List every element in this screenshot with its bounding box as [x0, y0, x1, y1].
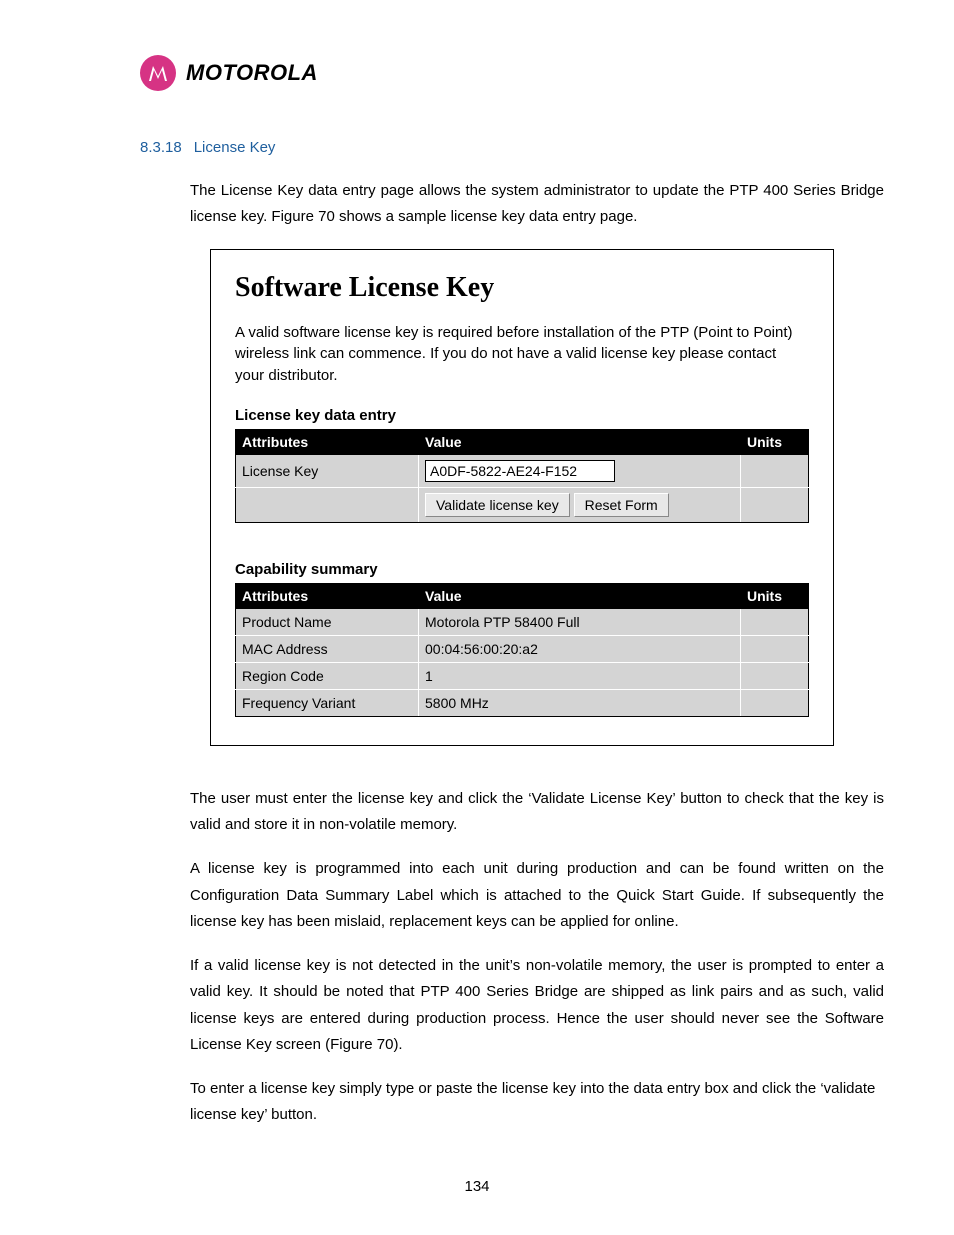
button-row: Validate license key Reset Form: [236, 487, 809, 522]
table2-label: Capability summary: [235, 561, 809, 578]
table-row: License Key: [236, 454, 809, 487]
figure-title: Software License Key: [235, 272, 809, 304]
cap-units: [741, 662, 809, 689]
cap-attr: MAC Address: [236, 635, 419, 662]
cap-units: [741, 689, 809, 716]
cap-units: [741, 608, 809, 635]
col-attributes: Attributes: [236, 429, 419, 454]
table-row: MAC Address 00:04:56:00:20:a2: [236, 635, 809, 662]
intro-paragraph: The License Key data entry page allows t…: [190, 178, 884, 231]
col-units: Units: [741, 583, 809, 608]
value-cell: [419, 454, 741, 487]
figure-box: Software License Key A valid software li…: [210, 249, 834, 746]
validate-license-key-button[interactable]: Validate license key: [425, 493, 570, 517]
table-row: Product Name Motorola PTP 58400 Full: [236, 608, 809, 635]
cap-value: 5800 MHz: [419, 689, 741, 716]
brand-name: MOTOROLA: [186, 60, 318, 86]
col-attributes: Attributes: [236, 583, 419, 608]
license-key-input[interactable]: [425, 460, 615, 482]
paragraph-5: To enter a license key simply type or pa…: [190, 1076, 884, 1129]
section-heading: 8.3.18 License Key: [140, 139, 894, 156]
col-value: Value: [419, 429, 741, 454]
cap-attr: Product Name: [236, 608, 419, 635]
paragraph-2: The user must enter the license key and …: [190, 786, 884, 839]
paragraph-3: A license key is programmed into each un…: [190, 856, 884, 935]
motorola-logo-icon: [140, 55, 176, 91]
cap-value: 1: [419, 662, 741, 689]
cap-attr: Region Code: [236, 662, 419, 689]
col-units: Units: [741, 429, 809, 454]
table-row: Frequency Variant 5800 MHz: [236, 689, 809, 716]
cap-value: Motorola PTP 58400 Full: [419, 608, 741, 635]
table1-label: License key data entry: [235, 407, 809, 424]
reset-form-button[interactable]: Reset Form: [574, 493, 669, 517]
license-key-table: Attributes Value Units License Key Valid: [235, 429, 809, 523]
paragraph-4: If a valid license key is not detected i…: [190, 953, 884, 1058]
page-number: 134: [0, 1178, 954, 1195]
cap-attr: Frequency Variant: [236, 689, 419, 716]
cap-value: 00:04:56:00:20:a2: [419, 635, 741, 662]
page-header: MOTOROLA: [140, 55, 894, 91]
units-cell: [741, 454, 809, 487]
table-row: Region Code 1: [236, 662, 809, 689]
section-number: 8.3.18: [140, 139, 182, 156]
section-title: License Key: [194, 139, 276, 156]
figure-description: A valid software license key is required…: [235, 322, 809, 387]
cap-units: [741, 635, 809, 662]
capability-summary-table: Attributes Value Units Product Name Moto…: [235, 583, 809, 717]
attr-license-key: License Key: [236, 454, 419, 487]
col-value: Value: [419, 583, 741, 608]
